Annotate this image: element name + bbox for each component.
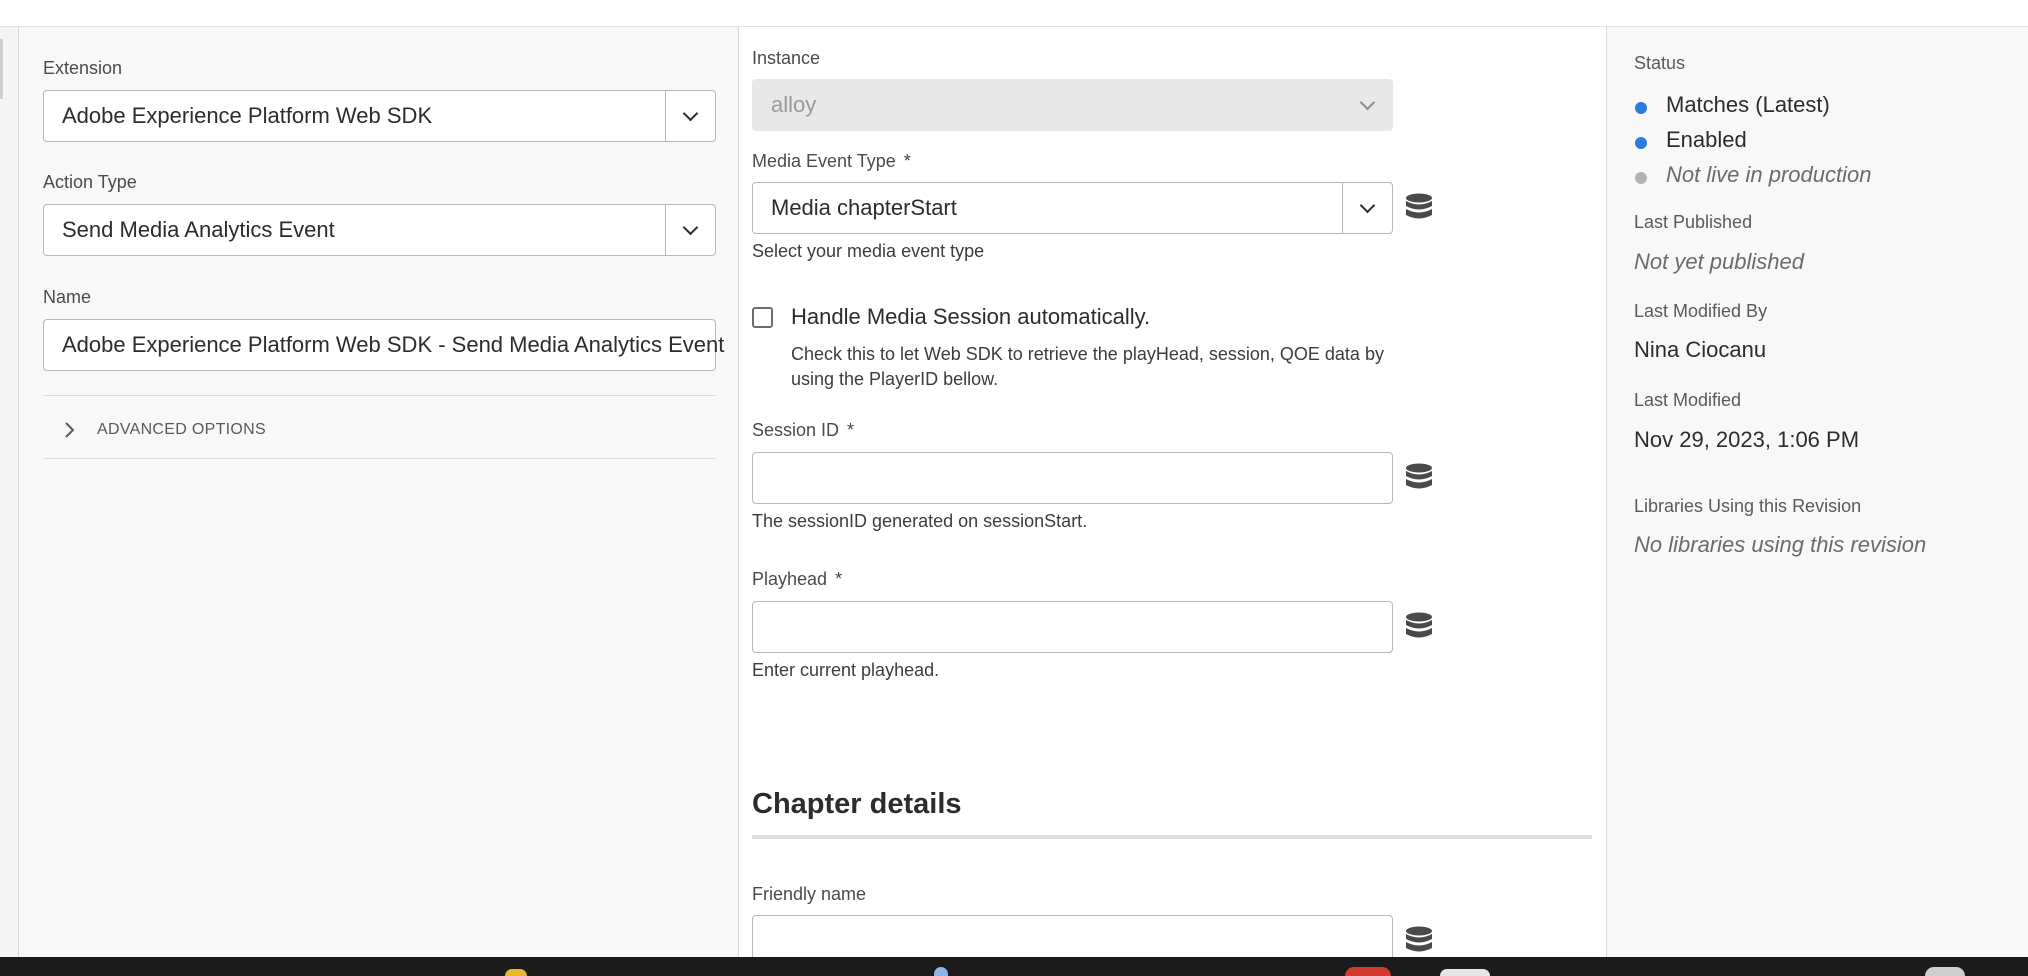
playhead-label: Playhead *	[752, 569, 842, 590]
session-id-label-text: Session ID	[752, 420, 840, 440]
divider	[43, 395, 716, 396]
media-event-type-select[interactable]: Media chapterStart	[752, 182, 1393, 234]
media-event-type-label-text: Media Event Type	[752, 151, 896, 171]
instance-select: alloy	[752, 79, 1393, 131]
database-icon[interactable]	[1405, 612, 1433, 640]
instance-label: Instance	[752, 48, 821, 68]
taskbar	[0, 957, 2028, 976]
action-type-value: Send Media Analytics Event	[62, 217, 335, 242]
extension-select[interactable]: Adobe Experience Platform Web SDK	[43, 90, 716, 142]
last-published-label: Last Published	[1634, 212, 1753, 232]
last-published-value: Not yet published	[1634, 249, 1804, 274]
section-divider	[752, 835, 1592, 839]
handle-session-help-line2: using the PlayerID bellow.	[791, 369, 999, 389]
status-panel: Status Matches (Latest) Enabled Not live…	[1606, 27, 2028, 957]
session-id-help: The sessionID generated on sessionStart.	[752, 511, 1088, 531]
handle-session-label[interactable]: Handle Media Session automatically.	[791, 304, 1150, 330]
handle-session-checkbox[interactable]	[752, 307, 773, 328]
extension-label: Extension	[43, 58, 123, 78]
taskbar-app-icon[interactable]	[934, 967, 948, 976]
status-matches: Matches (Latest)	[1666, 92, 1830, 117]
extension-dropdown-button[interactable]	[665, 91, 715, 141]
chevron-down-icon	[1359, 94, 1375, 110]
playhead-label-text: Playhead	[752, 569, 828, 589]
advanced-options-label: ADVANCED OPTIONS	[97, 421, 266, 438]
database-icon[interactable]	[1405, 463, 1433, 491]
left-rail	[0, 27, 19, 957]
status-label: Status	[1634, 53, 1686, 73]
action-type-label: Action Type	[43, 172, 137, 192]
libraries-label: Libraries Using this Revision	[1634, 496, 1862, 516]
chevron-down-icon	[682, 105, 699, 121]
instance-value: alloy	[771, 92, 817, 117]
name-input[interactable]: Adobe Experience Platform Web SDK - Send…	[43, 319, 724, 371]
taskbar-app-icon[interactable]	[1345, 967, 1391, 976]
status-dot	[1635, 102, 1647, 114]
playhead-input[interactable]	[752, 601, 1393, 653]
last-modified-value: Nov 29, 2023, 1:06 PM	[1634, 427, 1860, 452]
media-event-type-dropdown-button[interactable]	[1342, 183, 1392, 233]
required-mark: *	[847, 420, 855, 440]
media-event-type-label: Media Event Type *	[752, 151, 911, 172]
instance-dropdown-button	[1342, 80, 1392, 130]
status-not-live: Not live in production	[1666, 162, 1872, 187]
divider	[43, 458, 716, 459]
advanced-options-toggle[interactable]: ADVANCED OPTIONS	[63, 415, 266, 445]
taskbar-app-icon[interactable]	[1925, 967, 1965, 976]
playhead-help: Enter current playhead.	[752, 660, 940, 680]
taskbar-app-icon[interactable]	[1440, 969, 1490, 976]
status-enabled: Enabled	[1666, 127, 1747, 152]
chapter-details-heading: Chapter details	[752, 788, 962, 820]
chevron-down-icon	[1359, 197, 1376, 213]
status-dot	[1635, 172, 1647, 184]
chevron-down-icon	[682, 219, 699, 235]
required-mark: *	[903, 151, 911, 171]
action-type-dropdown-button[interactable]	[665, 205, 715, 255]
required-mark: *	[835, 569, 843, 589]
action-type-select[interactable]: Send Media Analytics Event	[43, 204, 716, 256]
libraries-value: No libraries using this revision	[1634, 532, 1927, 557]
session-id-label: Session ID *	[752, 420, 854, 441]
friendly-name-label: Friendly name	[752, 884, 867, 904]
chevron-right-icon	[65, 422, 75, 438]
session-id-input[interactable]	[752, 452, 1393, 504]
rail-tab[interactable]	[0, 39, 3, 99]
action-settings-panel: Instance alloy Media Event Type * Media c…	[740, 27, 1606, 967]
status-dot	[1635, 137, 1647, 149]
extension-value: Adobe Experience Platform Web SDK	[62, 103, 433, 128]
handle-session-help-line1: Check this to let Web SDK to retrieve th…	[791, 344, 1384, 364]
database-icon[interactable]	[1405, 193, 1433, 221]
last-modified-by-label: Last Modified By	[1634, 301, 1768, 321]
name-value: Adobe Experience Platform Web SDK - Send…	[62, 332, 725, 357]
taskbar-app-icon[interactable]	[505, 969, 527, 976]
name-label: Name	[43, 287, 92, 307]
last-modified-label: Last Modified	[1634, 390, 1742, 410]
last-modified-by-value: Nina Ciocanu	[1634, 337, 1767, 362]
media-event-type-help: Select your media event type	[752, 241, 985, 261]
action-config-panel: Extension Adobe Experience Platform Web …	[19, 27, 739, 957]
media-event-type-value: Media chapterStart	[771, 195, 957, 220]
top-bar	[0, 0, 2028, 27]
database-icon[interactable]	[1405, 926, 1433, 954]
